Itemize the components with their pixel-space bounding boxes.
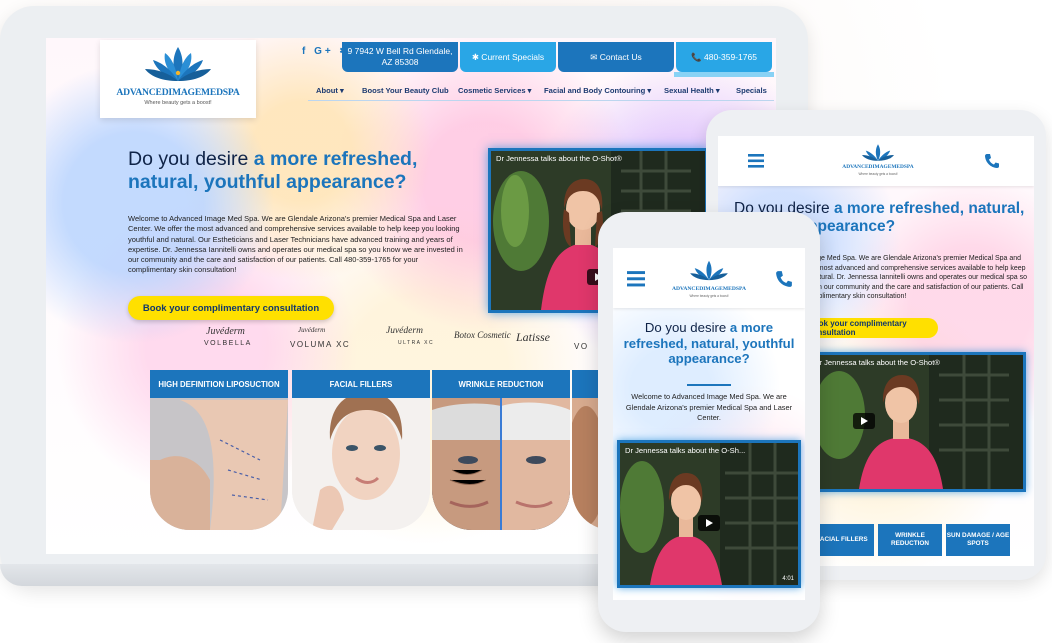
volite-brand-partial: VO — [574, 342, 589, 351]
logo-wordmark: ADVANCEDIMAGEMEDSPA — [671, 286, 747, 292]
hero-intro-text: Welcome to Advanced Image Med Spa. We ar… — [625, 392, 793, 422]
phone-device: ADVANCEDIMAGEMEDSPA Where beauty gets a … — [598, 212, 820, 632]
phone-header: ADVANCEDIMAGEMEDSPA Where beauty gets a … — [613, 248, 805, 308]
play-icon[interactable] — [853, 413, 875, 429]
latisse-brand: Latisse — [516, 330, 551, 344]
tile-label: HIGH DEFINITION LIPOSUCTION — [150, 370, 288, 398]
btn-wrinkle-reduction[interactable]: WRINKLE REDUCTION — [878, 524, 942, 556]
hero-headline: Do you desire a more refreshed, natural,… — [617, 320, 801, 367]
play-icon[interactable] — [698, 515, 720, 531]
tablet-header: ADVANCEDIMAGEMEDSPA Where beauty gets a … — [718, 136, 1034, 186]
nav-facial-body-contouring[interactable]: Facial and Body Contouring ▾ — [544, 86, 651, 95]
video-thumbnail-woman — [809, 355, 1023, 489]
tile-label: FACIAL FILLERS — [292, 370, 430, 398]
video-thumbnail-woman — [620, 443, 798, 585]
tile-wrinkle-reduction[interactable]: WRINKLE REDUCTION — [432, 370, 570, 530]
botox-brand: Botox Cosmetic — [454, 330, 511, 340]
video-title: Dr Jennessa talks about the O-Shot® — [496, 154, 622, 163]
video-duration: 4:01 — [782, 576, 794, 582]
site-logo[interactable]: ADVANCEDIMAGEMEDSPA Where beauty gets a … — [100, 40, 256, 118]
nav-cosmetic-services[interactable]: Cosmetic Services ▾ — [458, 86, 531, 95]
juvederm-brand-3: Juvéderm — [386, 326, 423, 336]
tile-hd-liposuction[interactable]: HIGH DEFINITION LIPOSUCTION — [150, 370, 288, 530]
video-player[interactable]: Dr Jennessa talks about the O-Sh... 4:01 — [617, 440, 801, 588]
phone-button[interactable]: 📞 480-359-1765 — [674, 42, 774, 77]
hamburger-menu-icon[interactable] — [627, 271, 645, 287]
hamburger-menu-icon[interactable] — [748, 154, 764, 168]
headline-divider — [687, 384, 731, 386]
video-title: Dr Jennessa talks about the O-Sh... — [625, 446, 746, 455]
lotus-logo-icon — [145, 47, 211, 81]
phone-call-icon[interactable] — [775, 270, 793, 288]
book-consultation-button[interactable]: Book your complimentary consultation — [808, 318, 938, 338]
logo-tagline: Where beauty gets a boost! — [858, 172, 898, 176]
logo-wordmark: ADVANCEDIMAGEMEDSPA — [116, 87, 240, 98]
lotus-logo-icon — [861, 144, 895, 161]
phone-call-icon[interactable] — [984, 153, 1000, 169]
book-consultation-button[interactable]: Book your complimentary consultation — [128, 296, 334, 320]
hero-intro-text: Welcome to Advanced Image Med Spa. We ar… — [128, 214, 463, 275]
juvederm-brand: Juvéderm — [206, 326, 245, 337]
nav-divider — [308, 100, 774, 101]
tile-label: WRINKLE REDUCTION — [432, 370, 570, 398]
btn-sun-damage[interactable]: SUN DAMAGE / AGE SPOTS — [946, 524, 1010, 556]
phone-screen: ADVANCEDIMAGEMEDSPA Where beauty gets a … — [613, 248, 805, 600]
headline-plain: Do you desire — [644, 320, 730, 335]
nav-boost-your-beauty-club[interactable]: Boost Your Beauty Club — [362, 86, 449, 95]
logo-tagline: Where beauty gets a boost! — [689, 294, 729, 298]
tile-facial-fillers[interactable]: FACIAL FILLERS — [292, 370, 430, 530]
logo-tagline: Where beauty gets a boost! — [144, 100, 212, 106]
ultra-xc-brand: ULTRA XC — [398, 340, 435, 346]
logo-wordmark: ADVANCEDIMAGEMEDSPA — [842, 164, 914, 170]
lotus-logo-icon — [690, 260, 728, 281]
volbella-brand: VOLBELLA — [204, 340, 252, 347]
nav-about[interactable]: About ▾ — [316, 86, 344, 95]
voluma-brand: VOLUMA XC — [290, 340, 351, 349]
contact-us-button[interactable]: ✉ Contact Us — [558, 42, 674, 72]
address-box[interactable]: 9 7942 W Bell Rd Glendale, AZ 85308 — [342, 42, 458, 72]
current-specials-button[interactable]: ✱ Current Specials — [460, 42, 556, 72]
showcase-stage: ADVANCEDIMAGEMEDSPA Where beauty gets a … — [0, 0, 1052, 643]
video-player[interactable]: Dr Jennessa talks about the O-Shot® — [806, 352, 1026, 492]
nav-specials[interactable]: Specials — [736, 86, 767, 95]
headline-plain: Do you desire — [128, 148, 254, 170]
hero-headline: Do you desire a more refreshed, natural,… — [128, 148, 478, 194]
nav-sexual-health[interactable]: Sexual Health ▾ — [664, 86, 720, 95]
video-title: Dr Jennessa talks about the O-Shot® — [814, 358, 940, 367]
juvederm-brand-2: Juvéderm — [298, 326, 326, 334]
